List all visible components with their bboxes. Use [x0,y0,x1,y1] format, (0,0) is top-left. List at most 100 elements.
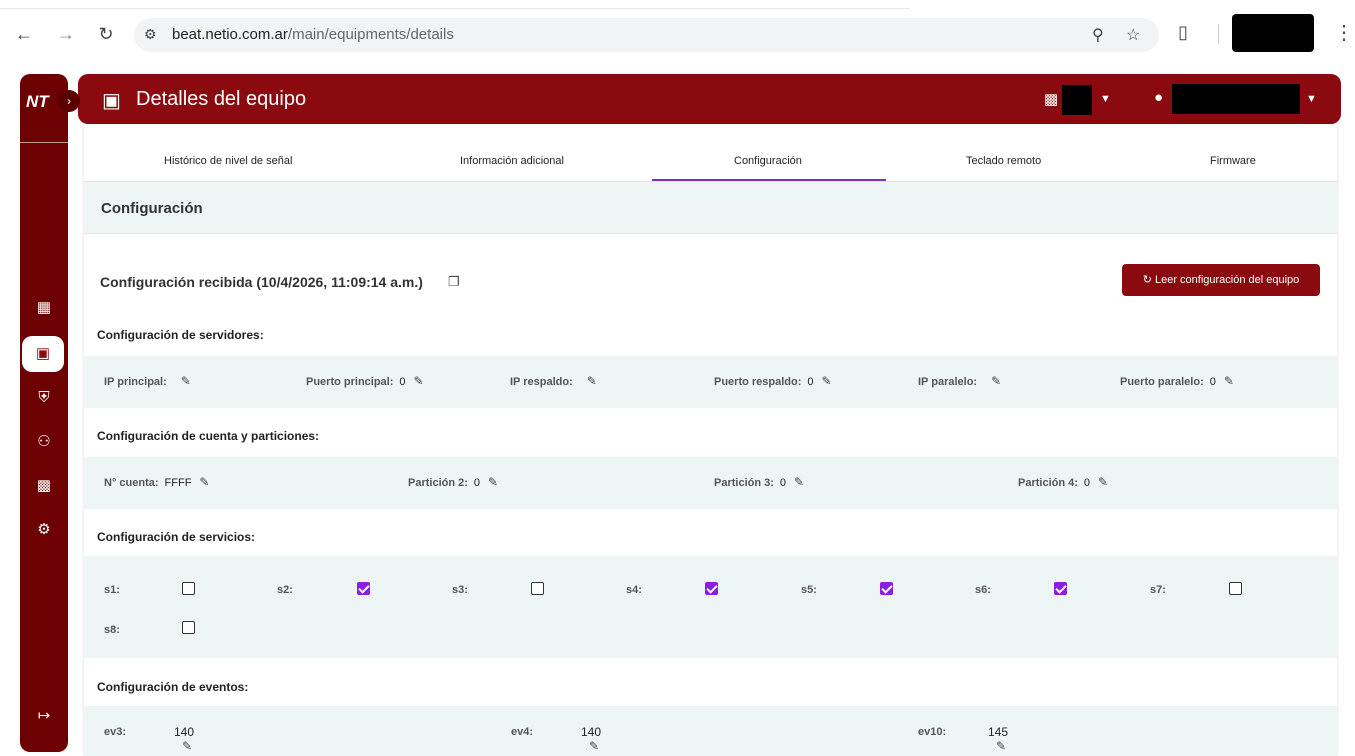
read-config-button[interactable]: ↻ Leer configuración del equipo [1122,264,1320,296]
edit-pencil-icon[interactable]: ✎ [822,374,832,388]
zoom-icon[interactable]: ⚲ [1092,25,1104,45]
field-puerto-respaldo: Puerto respaldo: 0 ✎ [714,374,832,388]
edit-pencil-icon[interactable]: ✎ [991,374,1001,388]
company-dropdown-caret-icon[interactable]: ▼ [1100,93,1111,105]
account-row: N° cuenta: FFFF ✎ Partición 2: 0 ✎ Partición… [84,457,1337,509]
service-s4-checkbox[interactable] [705,582,718,595]
field-value: 0 [807,376,814,388]
field-label: ev4: [511,726,534,738]
field-value: 140✎ [581,725,601,753]
edit-pencil-icon[interactable]: ✎ [1224,374,1234,388]
copy-icon[interactable]: ❐ [448,274,460,290]
service-s6-checkbox[interactable] [1054,582,1067,595]
page-title: Detalles del equipo [136,88,307,110]
edit-pencil-icon[interactable]: ✎ [182,739,192,753]
service-label: s8: [104,624,120,636]
field-value-text: 140 [581,725,602,739]
edit-pencil-icon[interactable]: ✎ [1098,475,1108,489]
toolbar-separator [1218,24,1219,44]
tab-configuration[interactable]: Configuración [734,155,802,167]
field-ip-paralelo: IP paralelo: ✎ [918,374,1001,388]
url-text[interactable]: beat.netio.com.ar/main/equipments/detail… [172,26,454,43]
field-value: 0 [1083,477,1091,489]
equipment-chip-icon[interactable]: ▣ [22,336,64,372]
dashboard-icon[interactable]: ▦ [32,296,56,320]
field-particion-2: Partición 2: 0 ✎ [408,475,498,489]
servers-title: Configuración de servidores: [97,328,264,342]
edit-pencil-icon[interactable]: ✎ [414,374,424,388]
address-bar[interactable]: ⚙ beat.netio.com.ar/main/equipments/deta… [134,18,1159,52]
field-value: 0 [473,477,481,489]
url-path: /main/equipments/details [287,26,454,43]
service-label: s3: [452,584,468,596]
sidebar-divider [20,142,68,143]
tab-additional-info[interactable]: Información adicional [460,155,564,167]
service-s3-checkbox[interactable] [531,582,544,595]
service-s5-checkbox[interactable] [880,582,893,595]
edit-pencil-icon[interactable]: ✎ [199,475,209,489]
field-numero-cuenta: N° cuenta: FFFF ✎ [104,475,209,489]
reload-icon[interactable]: ↻ [94,22,118,46]
browser-menu-icon[interactable]: ⋮ [1334,20,1354,45]
shield-settings-icon[interactable]: ⛨ [32,386,56,410]
forward-arrow-icon[interactable]: → [54,22,78,46]
site-info-icon[interactable]: ⚙ [144,26,157,43]
bookmark-star-icon[interactable]: ☆ [1126,25,1140,45]
edit-pencil-icon[interactable]: ✎ [587,374,597,388]
company-selector[interactable] [1062,85,1092,115]
service-label: s4: [626,584,642,596]
service-label: s1: [104,584,120,596]
back-arrow-icon[interactable]: ← [12,22,36,46]
extensions-icon[interactable]: ▯ [1178,22,1188,43]
service-s8-checkbox[interactable] [182,621,195,634]
field-label: Puerto principal: [306,376,394,388]
service-label: s5: [801,584,817,596]
tab-signal-history[interactable]: Histórico de nivel de señal [164,155,292,167]
field-value: 145✎ [988,725,1008,753]
edit-pencil-icon[interactable]: ✎ [589,739,599,753]
section-header: Configuración [84,182,1337,234]
servers-row: IP principal: ✎ Puerto principal: 0 ✎ IP re… [84,356,1337,408]
edit-pencil-icon[interactable]: ✎ [996,739,1006,753]
field-particion-3: Partición 3: 0 ✎ [714,475,804,489]
field-label: IP principal: [104,376,167,388]
field-label: IP paralelo: [918,376,978,388]
field-value: 0 [399,376,406,388]
field-ev4: ev4: 140✎ [511,725,601,753]
sidebar: NT ▦ ▣ ⛨ ⚇ ▩ ⚙ ↦ [20,74,68,752]
browser-divider [0,8,910,9]
building-icon[interactable]: ▩ [32,474,56,498]
service-label: s6: [975,584,991,596]
users-icon[interactable]: ⚇ [32,430,56,454]
user-dropdown-caret-icon[interactable]: ▼ [1306,93,1317,105]
url-host: beat.netio.com.ar [172,26,288,43]
logout-icon[interactable]: ↦ [32,704,56,728]
field-label: Puerto paralelo: [1120,376,1204,388]
service-label: s7: [1150,584,1166,596]
services-row: s1: s2: s3: s4: s5: s6: s7: s8: [84,556,1337,658]
tab-remote-keypad[interactable]: Teclado remoto [966,155,1041,167]
field-ev3: ev3: 140✎ [104,725,194,753]
field-value: 0 [779,477,787,489]
field-value-text: 145 [988,725,1009,739]
edit-pencil-icon[interactable]: ✎ [488,475,498,489]
service-s1-checkbox[interactable] [182,582,195,595]
user-icon: ● [1154,89,1164,106]
field-ip-principal: IP principal: ✎ [104,374,191,388]
read-config-button-label: Leer configuración del equipo [1154,274,1300,286]
tab-firmware[interactable]: Firmware [1210,155,1256,167]
user-menu[interactable] [1172,84,1300,114]
field-value-text: 140 [174,725,195,739]
edit-pencil-icon[interactable]: ✎ [181,374,191,388]
sidebar-expand-button[interactable]: › [58,90,80,112]
gear-icon[interactable]: ⚙ [32,518,56,542]
service-s2-checkbox[interactable] [357,582,370,595]
service-s7-checkbox[interactable] [1229,582,1242,595]
active-tab-indicator [652,179,886,181]
field-ev10: ev10: 145✎ [918,725,1008,753]
edit-pencil-icon[interactable]: ✎ [794,475,804,489]
profile-button[interactable] [1232,14,1314,52]
chip-icon: ▣ [102,90,121,112]
brand-logo: NT [26,92,49,111]
field-label: Partición 4: [1018,477,1078,489]
